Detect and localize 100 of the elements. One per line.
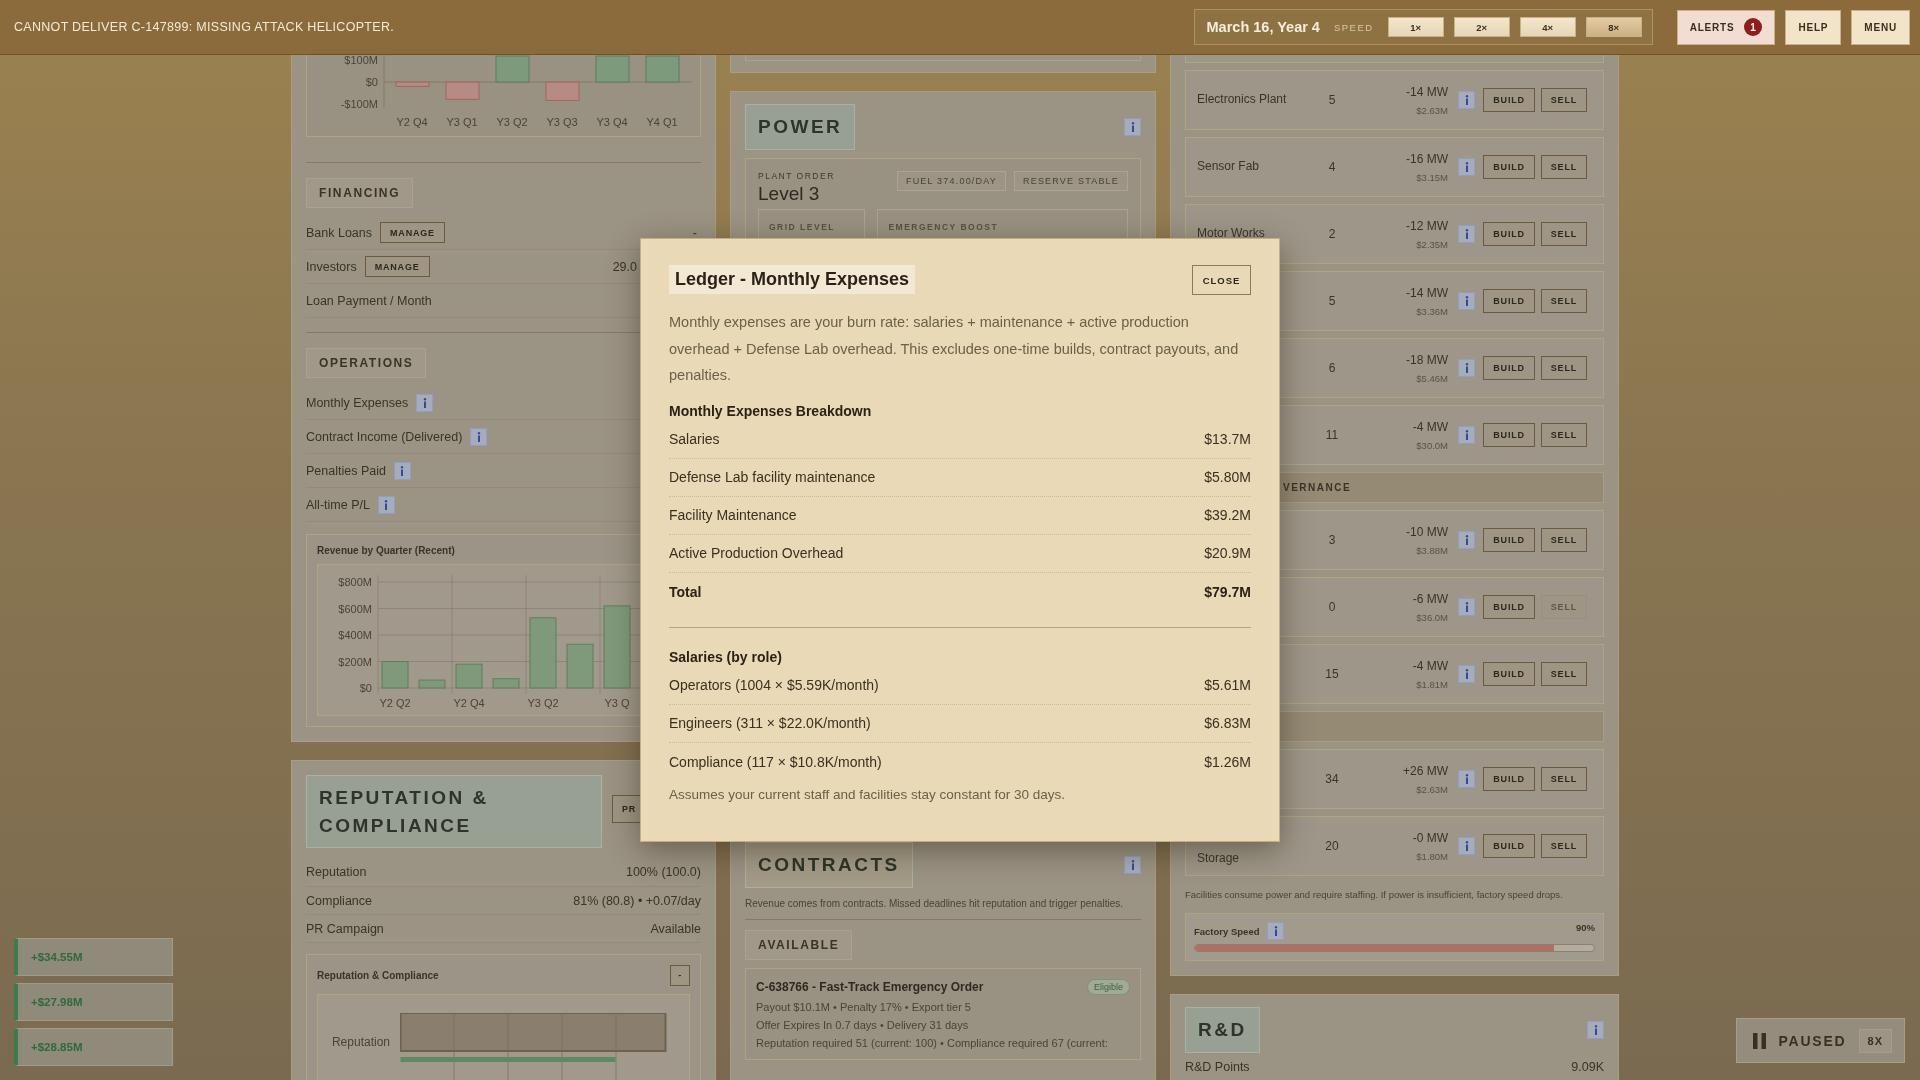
axis-label: Y4 Q1 bbox=[646, 116, 678, 128]
income-toast: +$34.55M bbox=[14, 938, 173, 976]
expense-label: Operators (1004 × $5.59K/month) bbox=[669, 677, 879, 693]
facility-count: 20 bbox=[1324, 839, 1340, 853]
info-button[interactable] bbox=[1458, 837, 1476, 855]
info-button[interactable] bbox=[1587, 1020, 1604, 1039]
info-button[interactable] bbox=[1267, 922, 1285, 940]
expense-label: Facility Maintenance bbox=[669, 507, 797, 523]
speed-button[interactable]: 8× bbox=[1585, 17, 1642, 37]
game-date: March 16, Year 4 bbox=[1206, 19, 1320, 35]
info-button[interactable] bbox=[1458, 598, 1476, 616]
facility-name: Sensor Fab bbox=[1197, 158, 1261, 176]
build-button[interactable]: BUILD bbox=[1483, 834, 1535, 858]
meter-reading: 90% bbox=[1576, 922, 1595, 933]
facility-cost: $5.46M bbox=[1416, 372, 1448, 384]
facility-count: 11 bbox=[1324, 428, 1340, 442]
info-button[interactable] bbox=[377, 495, 395, 514]
pause-control[interactable]: PAUSED 8X bbox=[1736, 1018, 1905, 1063]
build-button[interactable]: BUILD bbox=[1483, 767, 1535, 791]
menu-button[interactable]: MENU bbox=[1851, 9, 1910, 45]
info-icon bbox=[1464, 774, 1469, 784]
eligible-badge: Eligible bbox=[1086, 978, 1130, 995]
build-button[interactable]: BUILD bbox=[1483, 662, 1535, 686]
info-icon bbox=[1464, 669, 1469, 679]
manage-button[interactable]: MANAGE bbox=[380, 222, 445, 243]
build-button[interactable]: BUILD bbox=[1483, 155, 1535, 179]
facility-cost: $3.15M bbox=[1416, 171, 1448, 183]
info-button[interactable] bbox=[1458, 91, 1476, 109]
sell-button[interactable]: SELL bbox=[1540, 88, 1587, 112]
sell-button[interactable]: SELL bbox=[1540, 767, 1587, 791]
panel-title: POWER bbox=[745, 104, 856, 150]
info-button[interactable] bbox=[1458, 426, 1476, 444]
build-button[interactable]: BUILD bbox=[1483, 356, 1535, 380]
speed-button[interactable]: 4× bbox=[1519, 17, 1576, 37]
row-label: Loan Payment / Month bbox=[306, 293, 432, 308]
dialog-description: Monthly expenses are your burn rate: salaries + maintenance + active production overhead + Defense Lab overhead. This excludes one-time builds, contract payouts, and penalties. bbox=[669, 313, 1240, 385]
sell-button[interactable]: SELL bbox=[1540, 662, 1587, 686]
row-value: 100% (100.0) bbox=[625, 865, 701, 880]
build-button[interactable]: BUILD bbox=[1483, 528, 1535, 552]
build-button[interactable]: BUILD bbox=[1483, 289, 1535, 313]
alerts-button[interactable]: ALERTS 1 bbox=[1676, 9, 1776, 45]
sell-button[interactable]: SELL bbox=[1540, 356, 1587, 380]
chart-bar bbox=[566, 643, 594, 689]
facility-count: 15 bbox=[1324, 667, 1340, 681]
info-button[interactable] bbox=[1458, 770, 1476, 788]
info-icon bbox=[384, 499, 389, 510]
row-label: R&D Points bbox=[1185, 1059, 1250, 1074]
expense-label: Salaries bbox=[669, 431, 720, 447]
sell-button[interactable]: SELL bbox=[1540, 222, 1587, 246]
manage-button[interactable]: MANAGE bbox=[364, 256, 430, 277]
info-button[interactable] bbox=[416, 393, 434, 412]
info-button[interactable] bbox=[1458, 225, 1476, 243]
build-button[interactable]: BUILD bbox=[1483, 88, 1535, 112]
facility-cost: $36.0M bbox=[1416, 611, 1448, 623]
axis-label: Y3 Q3 bbox=[546, 116, 578, 128]
info-button[interactable] bbox=[470, 427, 488, 446]
axis-label: Y2 Q4 bbox=[396, 116, 428, 128]
sell-button[interactable]: SELL bbox=[1540, 423, 1587, 447]
build-button[interactable]: BUILD bbox=[1483, 595, 1535, 619]
section-heading: Monthly Expenses Breakdown bbox=[669, 402, 873, 419]
facility-cost: $3.36M bbox=[1416, 305, 1448, 317]
build-button[interactable]: BUILD bbox=[1483, 423, 1535, 447]
info-button[interactable] bbox=[1458, 665, 1476, 683]
total-label: Total bbox=[669, 583, 702, 600]
section-heading: OPERATIONS bbox=[306, 348, 427, 378]
sell-button[interactable]: SELL bbox=[1540, 528, 1587, 552]
close-button[interactable]: CLOSE bbox=[1192, 265, 1251, 295]
speed-button[interactable]: 1× bbox=[1387, 17, 1444, 37]
chart-bar bbox=[529, 617, 557, 689]
axis-label: $0 bbox=[365, 76, 378, 89]
build-button[interactable]: BUILD bbox=[1483, 222, 1535, 246]
info-button[interactable] bbox=[1458, 531, 1476, 549]
info-button[interactable] bbox=[1458, 158, 1476, 176]
facility-count: 4 bbox=[1327, 160, 1337, 174]
chart-bar bbox=[595, 55, 630, 83]
menu-button[interactable]: HELP bbox=[1785, 9, 1842, 45]
sell-button[interactable]: SELL bbox=[1540, 155, 1587, 179]
income-toast: +$28.85M bbox=[14, 1028, 173, 1066]
expense-label: Defense Lab facility maintenance bbox=[669, 469, 876, 485]
info-icon bbox=[422, 397, 427, 408]
info-button[interactable] bbox=[1124, 117, 1141, 136]
pause-icon bbox=[1753, 1032, 1767, 1049]
axis-label: Y3 Q2 bbox=[496, 116, 528, 128]
alert-count: 1 bbox=[1744, 18, 1763, 36]
facility-cost: $1.80M bbox=[1416, 850, 1448, 862]
info-button[interactable] bbox=[1458, 359, 1476, 377]
facility-name: Motor Works bbox=[1197, 225, 1266, 243]
collapse-button[interactable]: - bbox=[670, 965, 690, 986]
axis-label: Y2 Q2 bbox=[379, 697, 411, 709]
info-button[interactable] bbox=[1458, 292, 1476, 310]
info-button[interactable] bbox=[393, 461, 411, 480]
axis-label: Y3 Q bbox=[604, 697, 630, 709]
chart-bar bbox=[645, 55, 680, 83]
row-value: 9.09K bbox=[1571, 1059, 1604, 1074]
sell-button[interactable]: SELL bbox=[1540, 834, 1587, 858]
income-toast: +$27.98M bbox=[14, 983, 173, 1021]
power-draw: -0 MW bbox=[1412, 830, 1448, 845]
info-button[interactable] bbox=[1124, 855, 1141, 874]
speed-button[interactable]: 2× bbox=[1453, 17, 1510, 37]
sell-button[interactable]: SELL bbox=[1540, 289, 1587, 313]
